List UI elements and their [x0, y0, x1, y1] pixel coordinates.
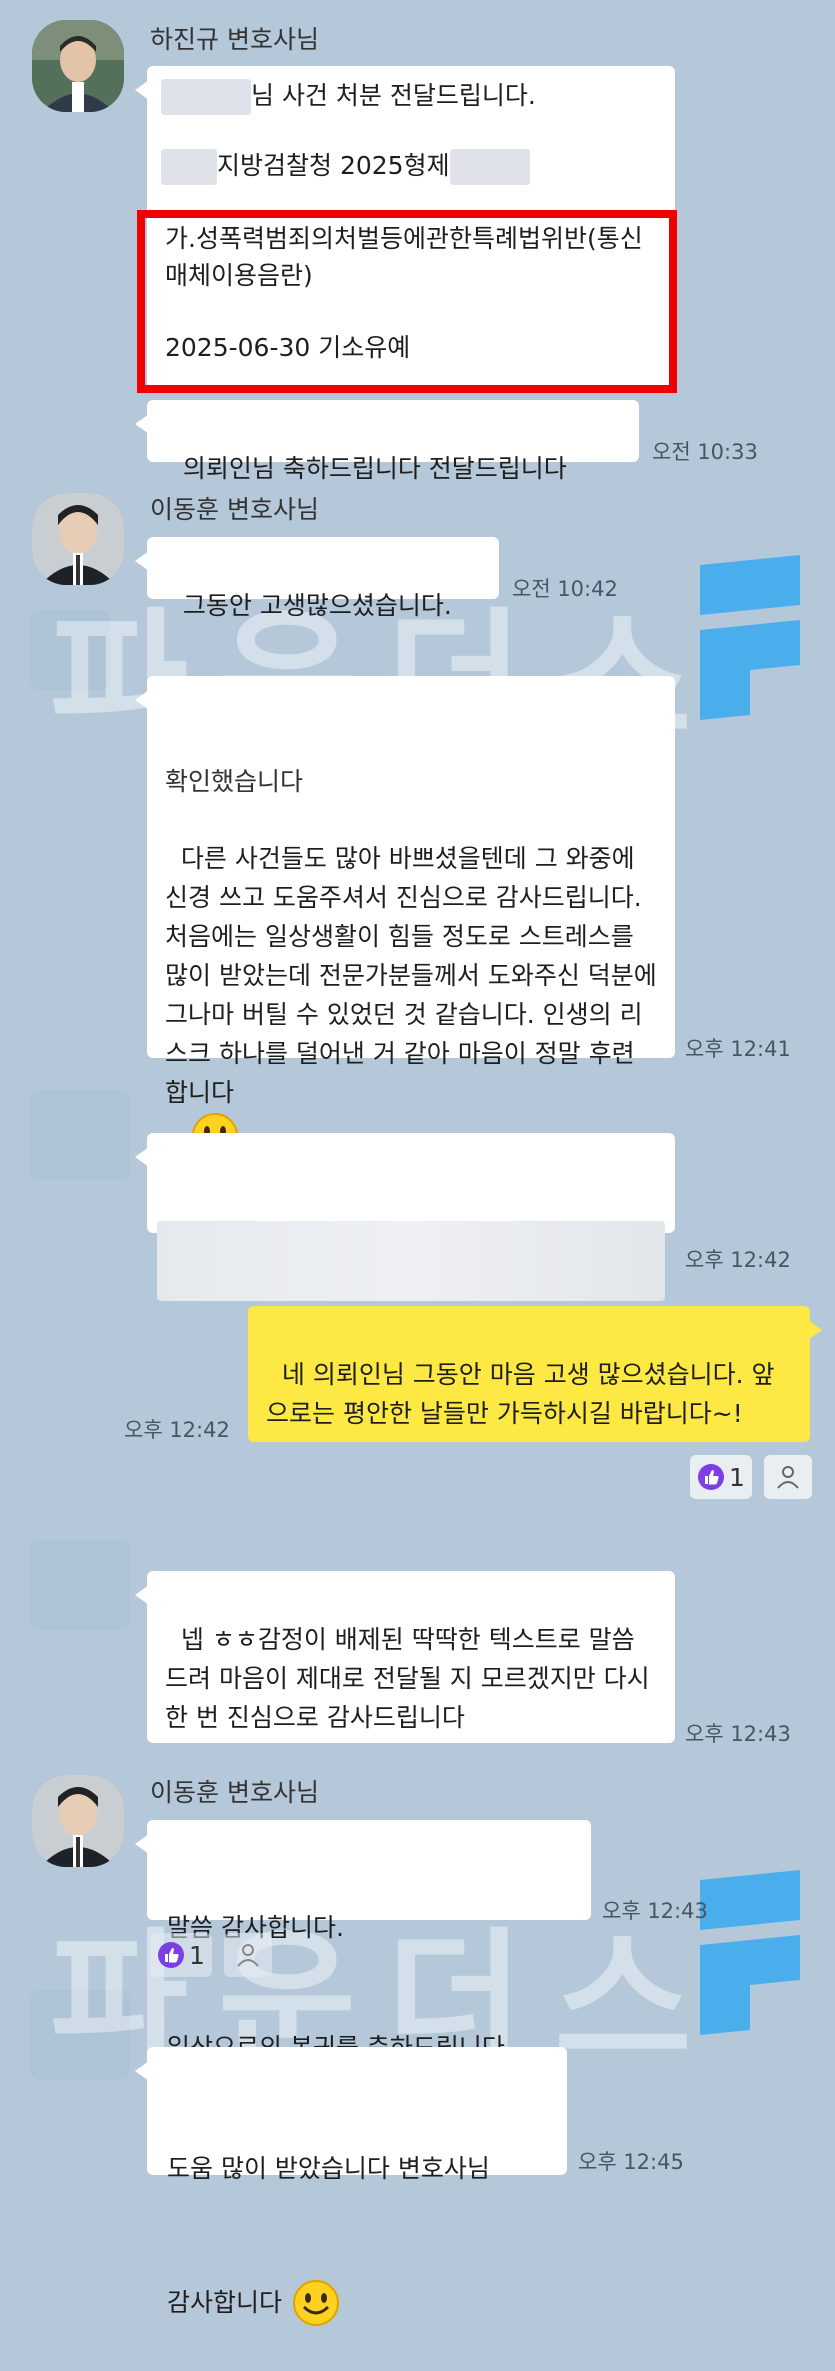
message-bubble[interactable]: 넵 ㅎㅎ감정이 배제된 딱딱한 텍스트로 말씀드려 마음이 제대로 전달될 지 …	[135, 1571, 675, 1743]
message-bubble[interactable]: 확인했습니다 다른 사건들도 많아 바쁘셨을텐데 그 와중에 신경 쓰고 도움주…	[135, 676, 675, 1159]
avatar[interactable]	[32, 1775, 124, 1867]
message-bubble[interactable]	[135, 1133, 675, 1301]
message-line: 지방검찰청 2025형제	[217, 151, 450, 180]
watermark-logo-icon	[700, 1870, 800, 2035]
person-icon	[777, 1466, 799, 1489]
like-reaction[interactable]: 1	[150, 1933, 212, 1977]
message-header: 확인했습니다	[165, 767, 304, 796]
message-time: 오후 12:42	[685, 1248, 791, 1272]
message-text: 다른 사건들도 많아 바쁘셨을텐데 그 와중에 신경 쓰고 도움주셔서 진심으로…	[165, 844, 665, 1107]
add-reaction-button[interactable]	[224, 1933, 272, 1977]
reaction-count: 1	[729, 1462, 745, 1492]
message-time: 오전 10:33	[652, 440, 758, 464]
thumbs-up-icon	[698, 1464, 725, 1490]
message-time: 오후 12:41	[685, 1037, 791, 1061]
sender-name: 하진규 변호사님	[150, 25, 319, 54]
lawyer-photo-icon	[32, 493, 124, 585]
message-bubble[interactable]: 말씀 감사합니다. 일상으로의 복귀를 축하드립니다.	[135, 1820, 591, 2062]
message-bubble[interactable]: 도움 많이 받았습니다 변호사님 감사합니다	[135, 2047, 567, 2326]
blurred-avatar	[30, 1090, 130, 1180]
message-text: 의뢰인님 축하드립니다 전달드립니다	[182, 454, 567, 483]
like-reaction[interactable]: 1	[690, 1455, 752, 1499]
message-bubble[interactable]: 그동안 고생많으셨습니다.	[135, 537, 499, 620]
message-line: 도움 많이 받았습니다 변호사님	[167, 2154, 490, 2183]
message-text: 그동안 고생많으셨습니다.	[182, 591, 452, 620]
my-message-bubble[interactable]: 네 의뢰인님 그동안 마음 고생 많으셨습니다. 앞으로는 평안한 날들만 가득…	[248, 1306, 822, 1442]
avatar[interactable]	[32, 20, 124, 112]
message-time: 오전 10:42	[512, 577, 618, 601]
message-time: 오후 12:43	[602, 1899, 708, 1923]
blurred-avatar	[30, 1540, 130, 1630]
watermark-logo-icon	[700, 555, 800, 720]
message-text: 넵 ㅎㅎ감정이 배제된 딱딱한 텍스트로 말씀드려 마음이 제대로 전달될 지 …	[165, 1625, 658, 1732]
redacted-case-number	[449, 149, 530, 185]
message-time: 오후 12:43	[685, 1722, 791, 1746]
reaction-count: 1	[189, 1940, 205, 1970]
message-line: 감사합니다	[167, 2288, 283, 2317]
sender-name: 이동훈 변호사님	[150, 1778, 319, 1807]
message-time: 오후 12:42	[124, 1418, 230, 1442]
lawyer-photo-icon	[32, 1775, 124, 1867]
message-time: 오후 12:45	[578, 2150, 684, 2174]
highlight-box	[137, 210, 677, 393]
thumbs-up-icon	[158, 1942, 185, 1968]
smile-emoji-icon	[293, 2280, 340, 2326]
blurred-content	[157, 1221, 665, 1301]
add-reaction-button[interactable]	[764, 1455, 812, 1499]
redacted-region	[161, 149, 217, 185]
message-line: 님 사건 처분 전달드립니다.	[251, 81, 536, 110]
redacted-name	[161, 79, 251, 115]
lawyer-photo-icon	[32, 20, 124, 112]
message-text: 네 의뢰인님 그동안 마음 고생 많으셨습니다. 앞으로는 평안한 날들만 가득…	[266, 1360, 775, 1428]
person-icon	[237, 1944, 259, 1967]
sender-name: 이동훈 변호사님	[150, 495, 319, 524]
message-bubble[interactable]: 의뢰인님 축하드립니다 전달드립니다	[135, 400, 639, 483]
avatar[interactable]	[32, 493, 124, 585]
